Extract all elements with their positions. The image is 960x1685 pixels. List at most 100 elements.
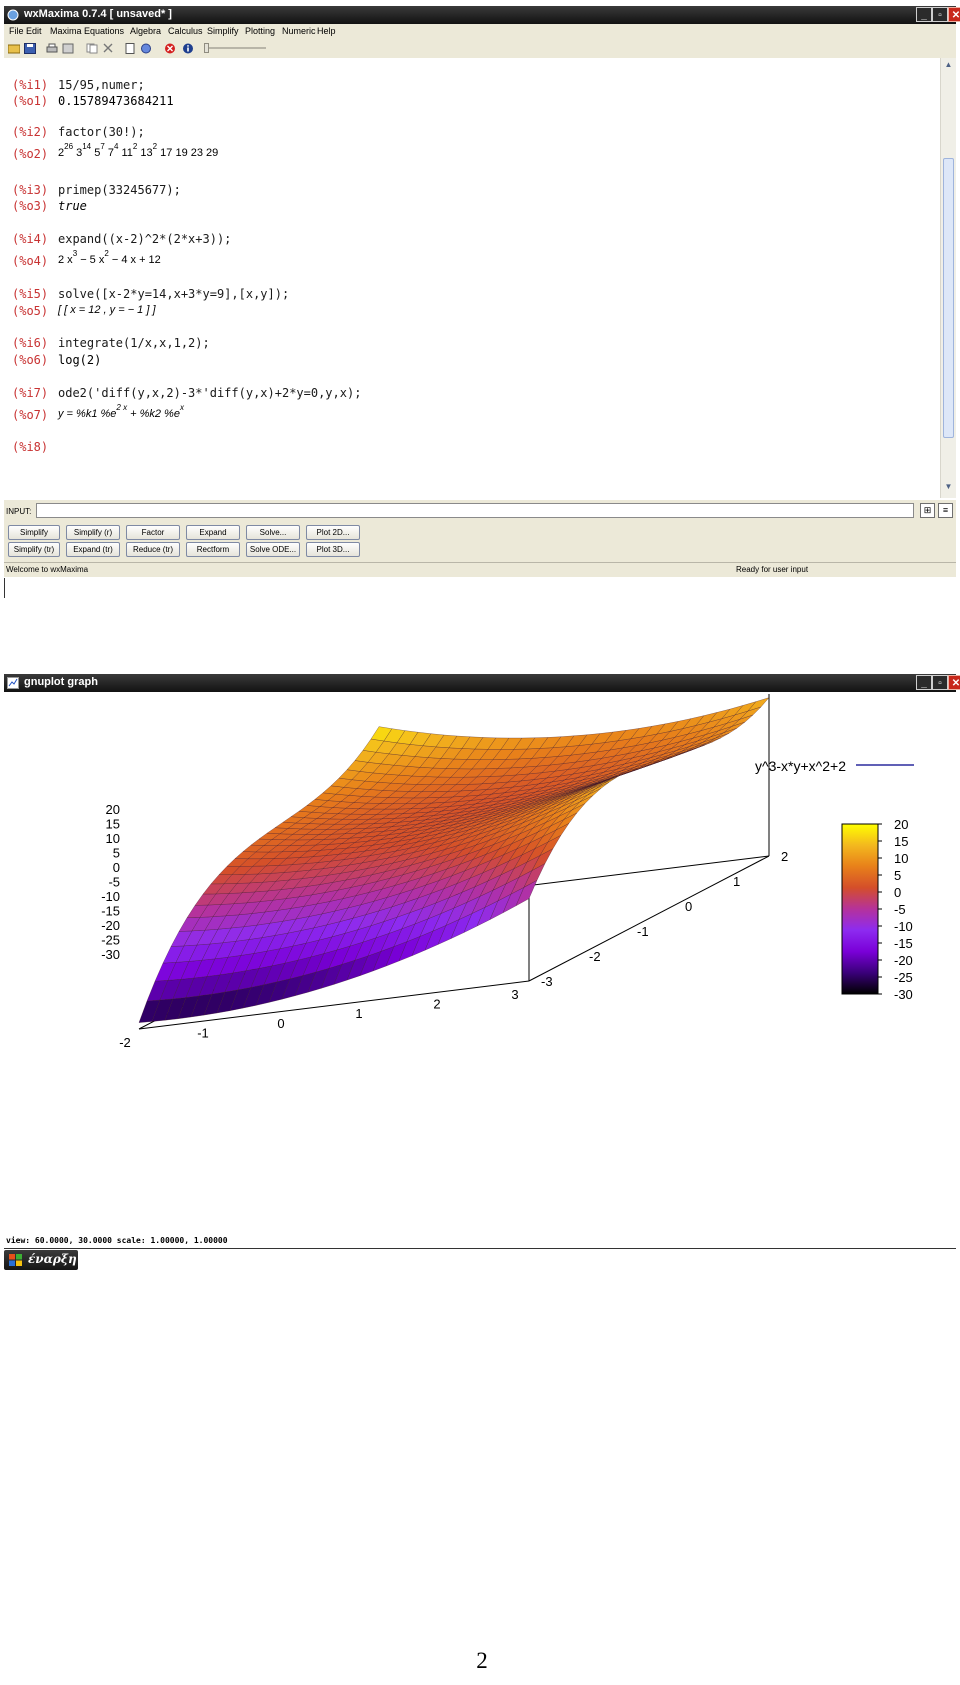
output-text: 0.15789473684211 bbox=[58, 94, 174, 108]
copy-icon[interactable] bbox=[86, 43, 98, 54]
colorbar-tick-label: -20 bbox=[894, 953, 913, 968]
plot-area[interactable]: -2 -1 0 1 2 3 -3 -2 -1 0 1 2 20 15 10 5 0 -5 -10 -15 -20 -25-… bbox=[4, 694, 956, 1234]
open-icon[interactable] bbox=[8, 43, 20, 54]
z-tick-label: -15 bbox=[101, 904, 120, 919]
input-text[interactable]: factor(30!); bbox=[58, 125, 145, 139]
z-tick-label: -10 bbox=[101, 889, 120, 904]
maximize-button[interactable]: ▫ bbox=[932, 675, 948, 690]
gnuplot-titlebar[interactable]: gnuplot graph _ ▫ ✕ bbox=[4, 674, 960, 692]
save-icon[interactable] bbox=[24, 43, 36, 54]
windows-flag-icon bbox=[9, 1254, 22, 1266]
x-tick-label: 0 bbox=[277, 1016, 284, 1031]
print-icon[interactable] bbox=[46, 43, 58, 54]
input-field[interactable] bbox=[36, 503, 914, 518]
scroll-down-arrow[interactable]: ▼ bbox=[943, 482, 954, 494]
input-label: (%i2) bbox=[12, 125, 49, 139]
new-icon[interactable] bbox=[124, 43, 136, 54]
wxmaxima-titlebar[interactable]: wxMaxima 0.7.4 [ unsaved* ] _ ▫ ✕ bbox=[4, 6, 960, 24]
z-tick-label: 10 bbox=[106, 831, 120, 846]
input-text[interactable]: solve([x-2*y=14,x+3*y=9],[x,y]); bbox=[58, 287, 289, 301]
colorbar-tick-label: 20 bbox=[894, 817, 908, 832]
input-text[interactable]: expand((x-2)^2*(2*x+3)); bbox=[58, 232, 231, 246]
scroll-up-arrow[interactable]: ▲ bbox=[943, 60, 954, 72]
factor-button[interactable]: Factor bbox=[126, 525, 180, 540]
start-button[interactable]: έναρξη bbox=[4, 1250, 78, 1270]
close-button[interactable]: ✕ bbox=[948, 675, 960, 690]
x-tick-label: 1 bbox=[355, 1006, 362, 1021]
insert-icon[interactable]: ⊞ bbox=[920, 503, 935, 518]
rectform-button[interactable]: Rectform bbox=[186, 542, 240, 557]
menu-numeric[interactable]: Numeric bbox=[282, 26, 316, 36]
start-button-label: έναρξη bbox=[28, 1252, 77, 1266]
gnuplot-title: gnuplot graph bbox=[24, 676, 98, 688]
maximize-button[interactable]: ▫ bbox=[932, 7, 948, 22]
config-icon[interactable] bbox=[62, 43, 74, 54]
z-tick-label: 20 bbox=[106, 802, 120, 817]
status-bar: Welcome to wxMaxima Ready for user input bbox=[4, 562, 956, 577]
gnuplot-status-bar: view: 60.0000, 30.0000 scale: 1.00000, 1… bbox=[4, 1234, 956, 1249]
menu-help[interactable]: Help bbox=[317, 26, 336, 36]
worksheet[interactable]: (%i1) 15/95,numer; (%o1) 0.1578947368421… bbox=[4, 58, 940, 498]
input-label[interactable]: (%i8) bbox=[12, 440, 48, 454]
output-label: (%o5) bbox=[12, 304, 49, 318]
minimize-button[interactable]: _ bbox=[916, 7, 932, 22]
info-icon[interactable] bbox=[182, 43, 194, 54]
stop-icon[interactable] bbox=[164, 43, 176, 54]
menu-simplify[interactable]: Simplify bbox=[207, 26, 239, 36]
menu-edit[interactable]: Edit bbox=[26, 26, 42, 36]
menu-plotting[interactable]: Plotting bbox=[245, 26, 275, 36]
solve-button[interactable]: Solve... bbox=[246, 525, 300, 540]
worksheet-scrollbar[interactable]: ▲ ▼ bbox=[940, 58, 956, 498]
gnuplot-app-icon bbox=[7, 677, 19, 689]
colorbar bbox=[841, 823, 879, 995]
output-ode-solution: y = %k1 %e2 x + %k2 %ex bbox=[58, 403, 184, 420]
input-label: (%i3) bbox=[12, 183, 49, 197]
expand-button[interactable]: Expand bbox=[186, 525, 240, 540]
menu-maxima[interactable]: Maxima bbox=[50, 26, 82, 36]
minimize-button[interactable]: _ bbox=[916, 675, 932, 690]
input-bar-label: INPUT: bbox=[6, 507, 32, 516]
menu-equations[interactable]: Equations bbox=[84, 26, 124, 36]
plot-3d-button[interactable]: Plot 3D... bbox=[306, 542, 360, 557]
z-tick-label: -5 bbox=[108, 875, 120, 890]
z-tick-label: 15 bbox=[106, 817, 120, 832]
expand-tr-button[interactable]: Expand (tr) bbox=[66, 542, 120, 557]
input-text[interactable]: 15/95,numer; bbox=[58, 78, 145, 92]
y-tick-label: -1 bbox=[637, 924, 649, 939]
close-button[interactable]: ✕ bbox=[948, 7, 960, 22]
plot-2d-button[interactable]: Plot 2D... bbox=[306, 525, 360, 540]
y-tick-label: 1 bbox=[733, 874, 740, 889]
colorbar-tick-label: -30 bbox=[894, 987, 913, 1002]
history-icon[interactable]: ≡ bbox=[938, 503, 953, 518]
output-text: log(2) bbox=[58, 353, 102, 367]
reduce-tr-button[interactable]: Reduce (tr) bbox=[126, 542, 180, 557]
scroll-thumb[interactable] bbox=[943, 158, 954, 438]
y-tick-label: -3 bbox=[541, 974, 553, 989]
page-number: 2 bbox=[476, 1648, 488, 1673]
colorbar-tick-label: 15 bbox=[894, 834, 908, 849]
colorbar-tick-label: 5 bbox=[894, 868, 901, 883]
input-text[interactable]: integrate(1/x,x,1,2); bbox=[58, 336, 210, 350]
restart-icon[interactable] bbox=[140, 43, 152, 54]
output-text: true bbox=[58, 199, 87, 213]
input-text[interactable]: primep(33245677); bbox=[58, 183, 181, 197]
output-text: [ [ x = 12 , y = − 1 ] ] bbox=[58, 304, 156, 316]
y-tick-label: 2 bbox=[781, 849, 788, 864]
surface-plot: -2-10123-3-2-101220151050-5-10-15-20-25-… bbox=[101, 694, 914, 1050]
output-label: (%o3) bbox=[12, 199, 49, 213]
menu-algebra[interactable]: Algebra bbox=[130, 26, 161, 36]
simplify-r-button[interactable]: Simplify (r) bbox=[66, 525, 120, 540]
menu-calculus[interactable]: Calculus bbox=[168, 26, 203, 36]
wxmaxima-app-icon bbox=[7, 9, 19, 21]
solve-ode-button[interactable]: Solve ODE... bbox=[246, 542, 300, 557]
cut-icon[interactable] bbox=[102, 43, 114, 54]
button-panel: Simplify Simplify (r) Factor Expand Solv… bbox=[4, 522, 956, 562]
output-label: (%o7) bbox=[12, 408, 49, 422]
animation-slider[interactable] bbox=[204, 43, 266, 53]
simplify-button[interactable]: Simplify bbox=[8, 525, 60, 540]
menu-file[interactable]: File bbox=[9, 26, 24, 36]
simplify-tr-button[interactable]: Simplify (tr) bbox=[8, 542, 60, 557]
input-text[interactable]: ode2('diff(y,x,2)-3*'diff(y,x)+2*y=0,y,x… bbox=[58, 386, 361, 400]
x-tick-label: 3 bbox=[511, 987, 518, 1002]
colorbar-tick-label: 10 bbox=[894, 851, 908, 866]
